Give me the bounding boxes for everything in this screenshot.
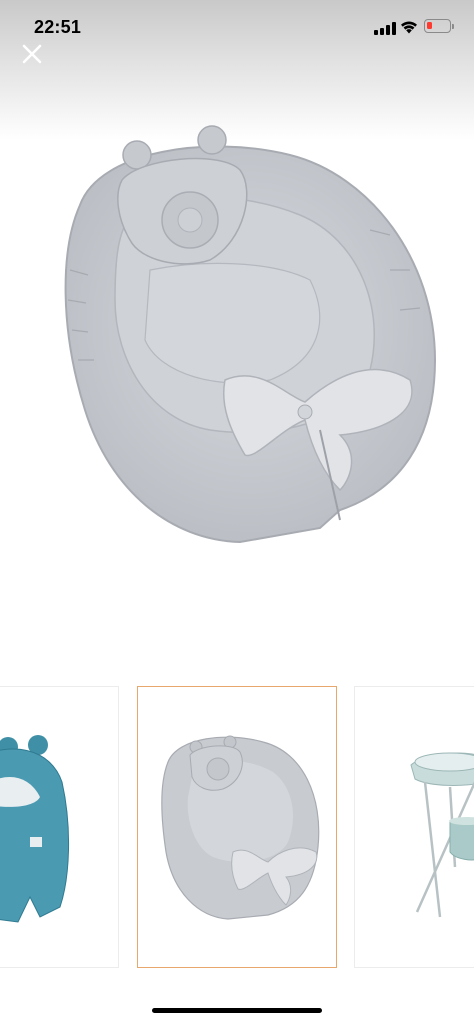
wifi-icon <box>401 21 417 34</box>
swaddle-thumbnail-image <box>0 735 70 923</box>
battery-icon <box>424 19 454 33</box>
status-bar: 22:51 <box>0 0 474 56</box>
bathtub-thumbnail-image <box>410 752 474 918</box>
battery-level <box>427 22 432 29</box>
cellular-signal-icon <box>374 22 396 35</box>
home-indicator[interactable] <box>152 1008 322 1013</box>
thumbnail-bathtub[interactable] <box>354 686 474 968</box>
thumbnail-nest[interactable] <box>137 686 337 968</box>
close-icon[interactable] <box>18 40 46 68</box>
nest-thumbnail-image <box>161 735 320 920</box>
thumbnail-swaddle[interactable] <box>0 686 119 968</box>
thumbnail-strip <box>0 686 474 970</box>
status-time: 22:51 <box>34 17 82 37</box>
main-product-image[interactable] <box>40 110 450 560</box>
